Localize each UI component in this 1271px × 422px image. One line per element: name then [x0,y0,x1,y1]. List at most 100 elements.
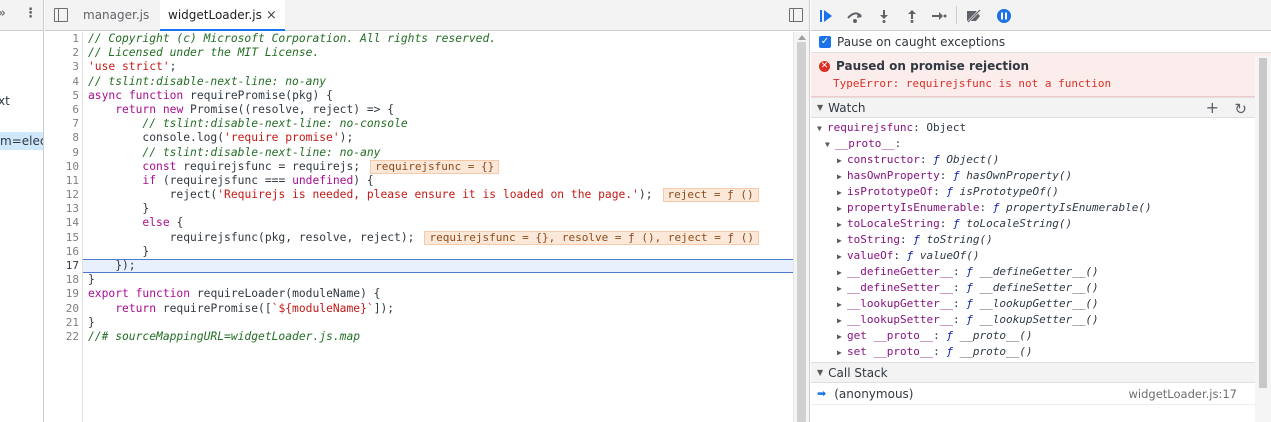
line-number[interactable]: 14 [45,216,79,230]
line-number[interactable]: 12 [45,188,79,202]
line-number[interactable]: 5 [45,89,79,103]
line-number[interactable]: 16 [45,245,79,259]
code-line[interactable]: 22//# sourceMappingURL=widgetLoader.js.m… [66,330,793,344]
tab-manager-js[interactable]: manager.js [75,0,157,31]
watch-root-row[interactable]: ▼ requirejsfunc: Object [811,120,1271,136]
code-line[interactable]: 2// Licensed under the MIT License. [72,46,793,60]
proto-property-row[interactable]: ▶ __defineGetter__: ƒ __defineGetter__() [811,264,1271,280]
proto-property-row[interactable]: ▶ __lookupGetter__: ƒ __lookupGetter__() [811,296,1271,312]
paused-detail: TypeError: requirejsfunc is not a functi… [833,77,1112,90]
editor-scrollbar[interactable] [793,32,809,422]
proto-property-row[interactable]: ▶ valueOf: ƒ valueOf() [811,248,1271,264]
line-number[interactable]: 22 [45,330,79,344]
line-number[interactable]: 17 [45,259,79,272]
scrollbar-thumb[interactable] [1259,58,1267,388]
code-line[interactable]: 17 }); [66,259,793,274]
scroll-up-icon[interactable] [798,35,806,40]
watch-section-header[interactable]: ▼ Watch + ↻ [811,97,1271,118]
toolbar-separator [956,6,957,24]
code-line[interactable]: 4// tslint:disable-next-line: no-any [72,75,793,89]
navigator-selected-item[interactable]: m=electr [0,132,43,150]
line-number[interactable]: 4 [45,75,79,89]
code-line[interactable]: 8 console.log('require promise'); [72,131,793,145]
call-frame-row-partial[interactable] [811,405,1271,415]
property-name: get __proto__ [847,329,934,342]
line-number[interactable]: 7 [45,117,79,131]
code-line[interactable]: 14 else { [66,216,793,230]
code-line[interactable]: 6 return new Promise((resolve, reject) =… [72,103,793,117]
line-number[interactable]: 2 [45,46,79,60]
code-text: else { [142,216,184,230]
line-number[interactable]: 3 [45,60,79,74]
line-number[interactable]: 13 [45,202,79,216]
code-line[interactable]: 18} [66,273,793,287]
code-line[interactable]: 11 if (requirejsfunc === undefined) { [66,174,793,188]
toggle-debugger-icon[interactable] [789,8,803,22]
proto-property-row[interactable]: ▶ set __proto__: ƒ __proto__() [811,344,1271,360]
inline-value-badge: reject = ƒ () [662,188,759,203]
proto-property-row[interactable]: ▶ isPrototypeOf: ƒ isPrototypeOf() [811,184,1271,200]
proto-property-row[interactable]: ▶ get __proto__: ƒ __proto__() [811,328,1271,344]
line-number[interactable]: 20 [45,302,79,316]
triangle-down-icon: ▼ [817,368,824,377]
proto-property-row[interactable]: ▶ constructor: ƒ Object() [811,152,1271,168]
call-frame-location[interactable]: widgetLoader.js:17 [1129,387,1237,401]
step-over-button[interactable] [845,6,865,26]
deactivate-breakpoints-button[interactable] [964,6,984,26]
line-number[interactable]: 8 [45,131,79,145]
code-line[interactable]: 3'use strict'; [72,60,793,74]
tab-widgetloader-js[interactable]: widgetLoader.js × [160,0,285,31]
proto-property-row[interactable]: ▶ toString: ƒ toString() [811,232,1271,248]
triangle-right-icon: ▶ [837,220,842,229]
code-line[interactable]: 7 // tslint:disable-next-line: no-consol… [72,117,793,131]
code-line[interactable]: 1// Copyright (c) Microsoft Corporation.… [72,32,793,46]
line-number[interactable]: 10 [45,160,79,174]
proto-row[interactable]: ▼ __proto__: [811,136,1271,152]
refresh-icon[interactable]: ↻ [1234,100,1247,118]
editor-tabbar: manager.js widgetLoader.js × [45,0,809,31]
resume-button[interactable] [817,6,837,26]
more-options-icon[interactable]: ⋮ [24,6,37,21]
code-line[interactable]: 20 return requirePromise([`${moduleName}… [66,302,793,316]
proto-property-row[interactable]: ▶ propertyIsEnumerable: ƒ propertyIsEnume… [811,200,1271,216]
scrollbar-thumb[interactable] [797,42,806,422]
property-value: __lookupGetter__() [979,297,1099,310]
line-number[interactable]: 1 [45,32,79,46]
step-button[interactable] [929,6,949,26]
line-number[interactable]: 21 [45,316,79,330]
triangle-right-icon: ▶ [837,284,842,293]
code-line[interactable]: 21} [66,316,793,330]
line-number[interactable]: 6 [45,103,79,117]
chevron-right-icon[interactable]: » [0,6,6,21]
code-line[interactable]: 9 // tslint:disable-next-line: no-any [72,146,793,160]
code-line[interactable]: 19 export function requireLoader(moduleNa… [66,287,793,301]
proto-property-row[interactable]: ▶ __defineSetter__: ƒ __defineSetter__() [811,280,1271,296]
debugger-scrollbar[interactable] [1255,56,1271,422]
code-lines[interactable]: 1// Copyright (c) Microsoft Corporation.… [66,32,793,422]
call-stack-section-header[interactable]: ▼ Call Stack [811,362,1271,383]
code-line[interactable]: 12 reject('Requirejs is needed, please e… [66,188,793,203]
checkbox-checked-icon[interactable]: ✓ [819,35,831,48]
code-line[interactable]: 10 const requirejsfunc = requirejs; requi… [66,159,793,174]
add-watch-icon[interactable]: + [1206,98,1219,117]
line-number[interactable]: 15 [45,231,79,245]
proto-property-row[interactable]: ▶ hasOwnProperty: ƒ hasOwnProperty() [811,168,1271,184]
step-out-button[interactable] [902,6,922,26]
code-area[interactable]: 1 // Copyright (c) Microsoft Corporation.… [45,32,809,422]
call-frame-row[interactable]: ➡ (anonymous) widgetLoader.js:17 [811,383,1271,405]
code-line[interactable]: 16 } [66,245,793,259]
close-tab-icon[interactable]: × [266,8,277,23]
code-line[interactable]: 13 } [66,202,793,216]
line-number[interactable]: 11 [45,174,79,188]
code-line[interactable]: 15 requirejsfunc(pkg, resolve, reject); r… [66,230,793,245]
pause-on-caught-exceptions-option[interactable]: ✓ Pause on caught exceptions [811,31,1271,53]
proto-property-row[interactable]: ▶ toLocaleString: ƒ toLocaleString() [811,216,1271,232]
proto-property-row[interactable]: ▶ __lookupSetter__: ƒ __lookupSetter__() [811,312,1271,328]
line-number[interactable]: 18 [45,273,79,287]
line-number[interactable]: 9 [45,146,79,160]
code-line[interactable]: 5 async function requirePromise(pkg) { [72,89,793,103]
step-into-button[interactable] [874,6,894,26]
toggle-navigator-icon[interactable] [54,8,68,22]
pause-on-exceptions-button[interactable] [994,6,1014,26]
line-number[interactable]: 19 [45,287,79,301]
